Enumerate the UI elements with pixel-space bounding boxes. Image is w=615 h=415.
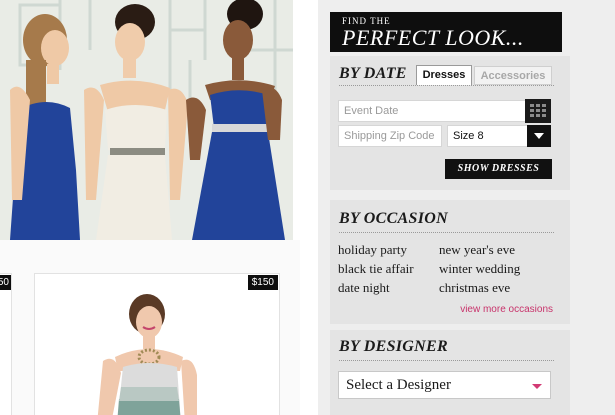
calendar-button[interactable] <box>525 99 551 123</box>
occasion-link-black-tie-affair[interactable]: black tie affair <box>338 261 414 277</box>
chevron-down-icon <box>532 384 542 389</box>
occasion-link-christmas-eve[interactable]: christmas eve <box>439 280 510 296</box>
occasion-link-winter-wedding[interactable]: winter wedding <box>439 261 520 277</box>
divider <box>339 232 554 233</box>
chevron-down-icon <box>534 133 544 139</box>
product-grid: $150 $150 <box>0 240 300 415</box>
size-select-arrow-button[interactable] <box>527 125 551 147</box>
designer-select[interactable]: Select a Designer <box>338 371 551 399</box>
occasion-link-holiday-party[interactable]: holiday party <box>338 242 407 258</box>
tab-dresses[interactable]: Dresses <box>416 65 472 85</box>
by-designer-title: BY DESIGNER <box>339 338 448 355</box>
by-date-title: BY DATE <box>339 65 407 82</box>
zip-code-input[interactable]: Shipping Zip Code <box>338 125 442 147</box>
calendar-icon <box>530 104 546 117</box>
occasion-link-date-night[interactable]: date night <box>338 280 390 296</box>
tab-accessories[interactable]: Accessories <box>474 66 552 85</box>
occasion-link-new-years-eve[interactable]: new year's eve <box>439 242 515 258</box>
price-tag: $150 <box>247 275 278 290</box>
ombre-dress-model-image <box>97 294 197 415</box>
product-card[interactable]: $150 <box>0 273 12 415</box>
event-date-input[interactable]: Event Date <box>338 100 551 122</box>
by-designer-panel: BY DESIGNER Select a Designer <box>330 330 570 415</box>
finder-header-title: PERFECT LOOK... <box>342 25 524 50</box>
finder-header: FIND THE PERFECT LOOK... <box>330 12 562 52</box>
bridesmaids-photo-illustration <box>0 0 293 240</box>
by-occasion-panel: BY OCCASION holiday party black tie affa… <box>330 200 570 324</box>
designer-select-value: Select a Designer <box>346 377 451 393</box>
hero-photo[interactable] <box>0 0 293 240</box>
price-tag: $150 <box>0 275 11 290</box>
by-occasion-title: BY OCCASION <box>339 210 448 227</box>
by-date-panel: BY DATE Dresses Accessories Event Date S… <box>330 56 570 190</box>
show-dresses-button[interactable]: SHOW DRESSES <box>445 159 552 179</box>
product-card[interactable]: $150 <box>34 273 280 415</box>
divider <box>339 360 554 361</box>
view-more-occasions-link[interactable]: view more occasions <box>460 304 553 315</box>
divider <box>339 85 554 86</box>
